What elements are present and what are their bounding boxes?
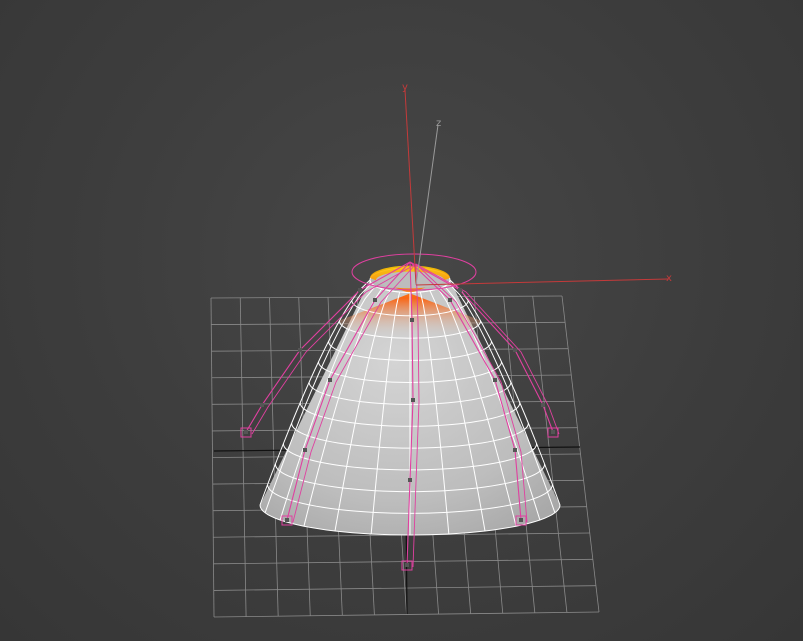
cage-control-point[interactable] [551,430,555,434]
gizmo-y-label: y [402,82,408,93]
cage-control-point[interactable] [541,403,545,407]
gizmo-y-axis[interactable] [404,89,417,286]
cage-control-point[interactable] [411,398,415,402]
viewport[interactable]: y z x [0,0,803,641]
cage-control-point[interactable] [285,518,289,522]
gizmo-z-axis[interactable] [415,124,439,286]
cage-control-point[interactable] [458,288,462,292]
cage-control-point[interactable] [298,348,302,352]
cage-control-point[interactable] [513,448,517,452]
cage-control-point[interactable] [410,318,414,322]
cage-control-point[interactable] [493,378,497,382]
cage-control-point[interactable] [448,298,452,302]
cage-control-point[interactable] [513,348,517,352]
cage-control-point[interactable] [373,298,377,302]
cage-control-point[interactable] [408,478,412,482]
gizmo-x-label: x [666,273,672,284]
cage-control-point[interactable] [244,430,248,434]
cage-control-point[interactable] [303,448,307,452]
cage-control-point[interactable] [328,378,332,382]
gizmo-x-axis[interactable] [415,278,669,286]
cage-control-point[interactable] [405,563,409,567]
cage-control-point[interactable] [519,518,523,522]
gizmo-z-label: z [436,118,441,129]
transform-gizmo[interactable]: y z x [402,82,672,286]
cage-control-point[interactable] [260,403,264,407]
cage-control-point[interactable] [358,288,362,292]
